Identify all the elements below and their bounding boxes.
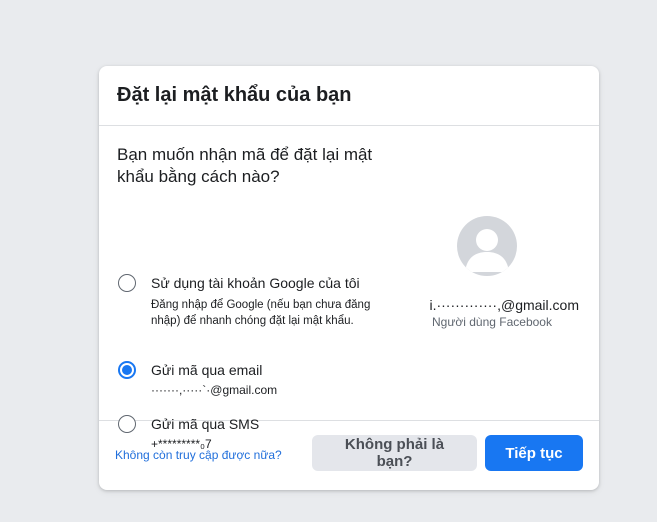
option-google-label: Sử dụng tài khoản Google của tôi <box>151 275 360 291</box>
profile-role: Người dùng Facebook <box>432 315 552 329</box>
dialog-footer: Không còn truy cập được nữa? Không phải … <box>99 421 599 489</box>
profile-card: i.·············,@gmail.com Người dùng Fa… <box>391 216 583 330</box>
not-you-button[interactable]: Không phải là bạn? <box>312 435 477 471</box>
radio-google[interactable] <box>118 274 136 292</box>
option-email-address: ·······,·····`·@gmail.com <box>151 383 278 397</box>
continue-button[interactable]: Tiếp tục <box>485 435 583 471</box>
reset-method-question: Bạn muốn nhận mã để đặt lại mật khẩu bằn… <box>117 145 373 186</box>
dialog-header: Đặt lại mật khẩu của bạn <box>99 66 599 126</box>
option-google-description: Đăng nhập để Google (nếu bạn chưa đăng n… <box>151 299 371 327</box>
reset-password-dialog: Đặt lại mật khẩu của bạn Bạn muốn nhận m… <box>99 66 599 490</box>
default-avatar-icon <box>457 216 517 276</box>
dialog-body: Bạn muốn nhận mã để đặt lại mật khẩu bằn… <box>99 126 599 451</box>
lost-access-link[interactable]: Không còn truy cập được nữa? <box>115 447 282 463</box>
profile-email: i.·············,@gmail.com <box>429 297 579 313</box>
option-email-label: Gửi mã qua email <box>151 362 263 378</box>
dialog-title: Đặt lại mật khẩu của bạn <box>117 84 352 106</box>
radio-email[interactable] <box>118 361 136 379</box>
